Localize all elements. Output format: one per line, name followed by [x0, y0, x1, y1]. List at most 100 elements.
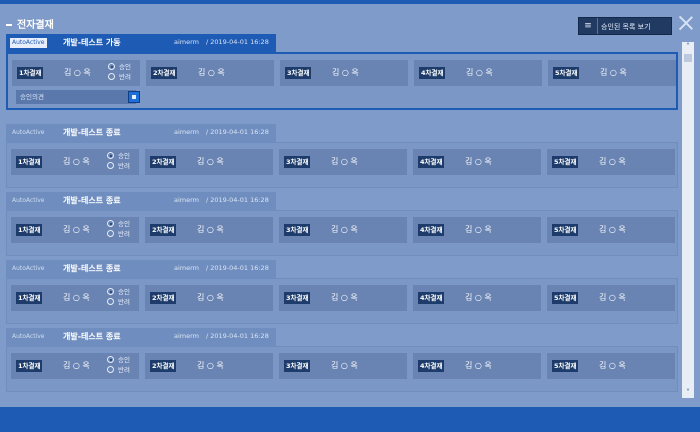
scroll-thumb[interactable] [684, 54, 692, 62]
step-badge: 2차결재 [150, 224, 177, 236]
card-title: 개발-테스트 종료 [63, 264, 121, 273]
approver-name: 김 ○ 옥 [599, 225, 626, 234]
approval-step: 2차결재 김 ○ 옥 [145, 285, 273, 311]
card-date: / 2019-04-01 16:28 [206, 128, 269, 136]
card-date: / 2019-04-01 16:28 [206, 38, 269, 46]
approver-name: 김 ○ 옥 [197, 293, 224, 302]
card-body: 1차결재 김 ○ 옥 승인 반려 2차결재 김 ○ 옥 3차결재 김 ○ 옥 4차결재 김 ○ 옥… [6, 52, 678, 110]
radio-dot-icon [108, 63, 115, 70]
step-badge: 3차결재 [284, 224, 311, 236]
radio-approve[interactable]: 승인 [108, 62, 131, 72]
step-badge: 3차결재 [285, 67, 312, 79]
approval-step: 5차결재 김 ○ 옥 [547, 149, 675, 175]
card-user: aimerm [174, 128, 200, 136]
approver-name: 김 ○ 옥 [198, 68, 225, 77]
step-badge: 4차결재 [419, 67, 446, 79]
approval-card: AutoActive 개발-테스트 종료 aimerm / 2019-04-01 16… [6, 328, 678, 392]
approval-step: 5차결재 김 ○ 옥 [548, 60, 676, 86]
approval-card: AutoActive 개발-테스트 종료 aimerm / 2019-04-01 16… [6, 260, 678, 324]
step-badge: 5차결재 [552, 292, 579, 304]
approval-step: 4차결재 김 ○ 옥 [413, 353, 541, 379]
step-badge: 4차결재 [418, 360, 445, 372]
card-user: aimerm [174, 264, 200, 272]
radio-approve[interactable]: 승인 [107, 151, 130, 161]
step-badge: 3차결재 [284, 292, 311, 304]
radio-approve[interactable]: 승인 [107, 219, 130, 229]
approver-name: 김 ○ 옥 [465, 293, 492, 302]
radio-reject-label: 반려 [119, 73, 131, 81]
approval-window: 전자결재 ≡ 승인된 목록 보기 AutoActive 개발-테스트 가동 aime… [0, 0, 700, 432]
opinion-input[interactable] [16, 90, 120, 104]
approval-step: 1차결재 김 ○ 옥 승인 반려 [11, 217, 139, 243]
scrollbar[interactable]: ˄ ˅ [682, 42, 694, 398]
approval-step: 4차결재 김 ○ 옥 [414, 60, 542, 86]
auto-active-badge: AutoActive [12, 197, 45, 204]
radio-dot-icon [107, 366, 114, 373]
approver-name: 김 ○ 옥 [331, 293, 358, 302]
card-title: 개발-테스트 종료 [63, 196, 121, 205]
close-icon[interactable] [678, 15, 694, 31]
approval-step: 2차결재 김 ○ 옥 [145, 353, 273, 379]
approver-name: 김 ○ 옥 [465, 225, 492, 234]
card-user: aimerm [174, 332, 200, 340]
radio-reject-label: 반려 [118, 366, 130, 374]
approval-card: AutoActive 개발-테스트 종료 aimerm / 2019-04-01 16… [6, 192, 678, 256]
radio-dot-icon [107, 288, 114, 295]
card-header[interactable]: AutoActive 개발-테스트 종료 aimerm / 2019-04-01 16… [6, 328, 276, 346]
card-body: 1차결재 김 ○ 옥 승인 반려 2차결재 김 ○ 옥 3차결재 김 ○ 옥 4차결재 김 ○ 옥… [6, 278, 678, 324]
card-date: / 2019-04-01 16:28 [206, 196, 269, 204]
approval-step: 4차결재 김 ○ 옥 [413, 285, 541, 311]
step-badge: 2차결재 [151, 67, 178, 79]
radio-dot-icon [107, 230, 114, 237]
step-badge: 5차결재 [553, 67, 580, 79]
card-header[interactable]: AutoActive 개발-테스트 종료 aimerm / 2019-04-01 16… [6, 124, 276, 142]
radio-dot-icon [107, 298, 114, 305]
radio-reject[interactable]: 반려 [107, 365, 130, 375]
card-header[interactable]: AutoActive 개발-테스트 종료 aimerm / 2019-04-01 16… [6, 260, 276, 278]
scroll-up-icon[interactable]: ˄ [682, 42, 694, 52]
approver-name: 김 ○ 옥 [63, 293, 90, 302]
page-title-text: 전자결재 [17, 20, 54, 31]
card-header[interactable]: AutoActive 개발-테스트 종료 aimerm / 2019-04-01 16… [6, 192, 276, 210]
approval-step: 3차결재 김 ○ 옥 [279, 285, 407, 311]
approval-step: 1차결재 김 ○ 옥 승인 반려 [12, 60, 140, 86]
card-body: 1차결재 김 ○ 옥 승인 반려 2차결재 김 ○ 옥 3차결재 김 ○ 옥 4차결재 김 ○ 옥… [6, 346, 678, 392]
approval-radios: 승인 반려 [108, 62, 131, 82]
radio-reject[interactable]: 반려 [107, 161, 130, 171]
step-badge: 2차결재 [150, 156, 177, 168]
approval-step: 2차결재 김 ○ 옥 [145, 149, 273, 175]
card-header[interactable]: AutoActive 개발-테스트 가동 aimerm / 2019-04-01 16… [6, 34, 276, 52]
step-badge: 5차결재 [552, 224, 579, 236]
approver-name: 김 ○ 옥 [466, 68, 493, 77]
radio-approve-label: 승인 [118, 152, 130, 160]
radio-dot-icon [107, 162, 114, 169]
radio-reject-label: 반려 [118, 298, 130, 306]
approver-name: 김 ○ 옥 [331, 157, 358, 166]
auto-active-badge: AutoActive [12, 333, 45, 340]
card-user: aimerm [174, 38, 200, 46]
radio-approve[interactable]: 승인 [107, 287, 130, 297]
opinion-submit-button[interactable] [128, 91, 140, 103]
approval-card: AutoActive 개발-테스트 종료 aimerm / 2019-04-01 16… [6, 124, 678, 188]
scroll-down-icon[interactable]: ˅ [682, 388, 694, 398]
title-bar: 전자결재 ≡ 승인된 목록 보기 [0, 8, 700, 35]
radio-reject[interactable]: 반려 [108, 72, 131, 82]
radio-dot-icon [107, 220, 114, 227]
approved-list-button[interactable]: ≡ 승인된 목록 보기 [578, 17, 672, 35]
approver-name: 김 ○ 옥 [64, 68, 91, 77]
approval-radios: 승인 반려 [107, 355, 130, 375]
radio-approve[interactable]: 승인 [107, 355, 130, 365]
radio-reject[interactable]: 반려 [107, 297, 130, 307]
step-badge: 1차결재 [16, 224, 43, 236]
approval-step: 3차결재 김 ○ 옥 [279, 149, 407, 175]
radio-reject[interactable]: 반려 [107, 229, 130, 239]
page-title: 전자결재 [6, 16, 54, 31]
card-body: 1차결재 김 ○ 옥 승인 반려 2차결재 김 ○ 옥 3차결재 김 ○ 옥 4차결재 김 ○ 옥… [6, 142, 678, 188]
footer-bar [0, 407, 700, 432]
approval-radios: 승인 반려 [107, 219, 130, 239]
step-badge: 4차결재 [418, 292, 445, 304]
step-badge: 1차결재 [16, 156, 43, 168]
card-user: aimerm [174, 196, 200, 204]
approval-radios: 승인 반려 [107, 151, 130, 171]
approver-name: 김 ○ 옥 [465, 361, 492, 370]
